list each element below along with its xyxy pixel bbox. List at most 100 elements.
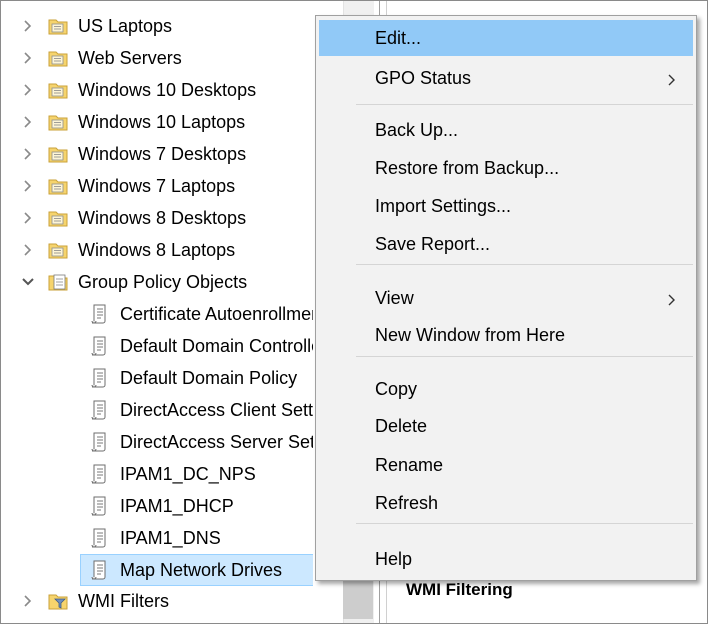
chevron-right-icon[interactable] — [21, 147, 35, 161]
chevron-down-icon[interactable] — [21, 275, 35, 289]
tree-item-default-domain-controllers-policy[interactable]: Default Domain Controllers Policy — [89, 331, 313, 361]
tree-item-label: Group Policy Objects — [78, 272, 248, 292]
ou-folder-icon — [47, 207, 69, 229]
chevron-right-icon[interactable] — [21, 594, 35, 608]
tree-item-us-laptops[interactable]: US Laptops — [21, 11, 321, 41]
tree-item-certificate-autoenrollment[interactable]: Certificate Autoenrollment — [89, 299, 313, 329]
menu-item-label: Refresh — [375, 492, 439, 513]
tree-item-windows-8-laptops[interactable]: Windows 8 Laptops — [21, 235, 321, 265]
gpo-folder-icon — [47, 271, 69, 293]
tree-item-windows-7-laptops[interactable]: Windows 7 Laptops — [21, 171, 321, 201]
tree-item-windows-10-desktops[interactable]: Windows 10 Desktops — [21, 75, 321, 105]
menu-item-label: Rename — [375, 454, 444, 475]
tree-scrollbar-thumb[interactable] — [343, 579, 373, 619]
menu-item-view[interactable]: View — [319, 280, 693, 316]
tree-item-label: IPAM1_DHCP — [120, 496, 234, 516]
menu-item-edit[interactable]: Edit... — [319, 20, 693, 56]
wmi-filtering-header: WMI Filtering — [406, 580, 513, 599]
tree-item-label: DirectAccess Client Settings — [120, 400, 313, 420]
tree-item-map-network-drives[interactable]: Map Network Drives — [80, 554, 322, 586]
tree-item-label: Windows 8 Desktops — [78, 208, 247, 228]
menu-item-refresh[interactable]: Refresh — [319, 485, 693, 521]
chevron-right-icon[interactable] — [21, 51, 35, 65]
menu-separator — [356, 356, 693, 357]
chevron-right-icon[interactable] — [21, 211, 35, 225]
menu-item-label: View — [375, 287, 414, 308]
tree-item-label: Default Domain Policy — [120, 368, 298, 388]
tree-item-label: Certificate Autoenrollment — [120, 304, 313, 324]
wmi-filter-folder-icon — [47, 590, 69, 612]
gpo-document-icon — [89, 303, 111, 325]
gpmc-window: US Laptops Web Servers Windows 10 Desktops… — [0, 0, 708, 624]
gpo-document-icon — [89, 431, 111, 453]
tree-item-wmi-filters[interactable]: WMI Filters — [21, 586, 321, 616]
ou-folder-icon — [47, 79, 69, 101]
tree-item-label: DirectAccess Server Settings — [120, 432, 313, 452]
tree-item-windows-7-desktops[interactable]: Windows 7 Desktops — [21, 139, 321, 169]
menu-item-label: Delete — [375, 415, 428, 436]
chevron-right-icon[interactable] — [21, 19, 35, 33]
chevron-right-icon[interactable] — [21, 243, 35, 257]
tree-item-windows-10-laptops[interactable]: Windows 10 Laptops — [21, 107, 321, 137]
tree-item-label: Map Network Drives — [120, 560, 283, 580]
ou-folder-icon — [47, 239, 69, 261]
tree-item-label: WMI Filters — [78, 591, 169, 611]
tree-item-label: Web Servers — [78, 48, 182, 68]
gpo-document-icon — [89, 495, 111, 517]
tree-item-label: Default Domain Controllers Policy — [120, 336, 313, 356]
tree-item-label: IPAM1_DNS — [120, 528, 221, 548]
tree-item-label: Windows 10 Desktops — [78, 80, 257, 100]
menu-item-label: GPO Status — [375, 67, 472, 88]
menu-item-back-up[interactable]: Back Up... — [319, 112, 693, 148]
menu-separator — [356, 523, 693, 524]
gpo-document-icon — [89, 399, 111, 421]
menu-item-help[interactable]: Help — [319, 541, 693, 577]
ou-folder-icon — [47, 47, 69, 69]
tree-item-label: Windows 7 Desktops — [78, 144, 247, 164]
ou-folder-icon — [47, 175, 69, 197]
tree-item-ipam1-dhcp[interactable]: IPAM1_DHCP — [89, 491, 313, 521]
tree-item-label: Windows 8 Laptops — [78, 240, 236, 260]
gpo-document-icon — [89, 335, 111, 357]
tree-item-directaccess-client-settings[interactable]: DirectAccess Client Settings — [89, 395, 313, 425]
menu-item-import-settings[interactable]: Import Settings... — [319, 188, 693, 224]
menu-item-gpo-status[interactable]: GPO Status — [319, 60, 693, 96]
menu-separator — [356, 104, 693, 105]
menu-item-delete[interactable]: Delete — [319, 408, 693, 444]
gpo-document-icon — [89, 527, 111, 549]
context-menu: Edit... GPO Status Back Up... Restore from … — [315, 15, 697, 581]
tree-item-label: IPAM1_DC_NPS — [120, 464, 256, 484]
tree-item-label: Windows 7 Laptops — [78, 176, 236, 196]
chevron-right-icon[interactable] — [21, 115, 35, 129]
ou-folder-icon — [47, 143, 69, 165]
menu-item-rename[interactable]: Rename — [319, 447, 693, 483]
ou-folder-icon — [47, 15, 69, 37]
tree-item-default-domain-policy[interactable]: Default Domain Policy — [89, 363, 313, 393]
tree-item-windows-8-desktops[interactable]: Windows 8 Desktops — [21, 203, 321, 233]
menu-item-label: Edit... — [375, 27, 422, 48]
tree-item-label: Windows 10 Laptops — [78, 112, 246, 132]
menu-item-new-window-from-here[interactable]: New Window from Here — [319, 317, 693, 353]
menu-item-label: Copy — [375, 378, 418, 399]
tree-item-group-policy-objects[interactable]: Group Policy Objects — [21, 267, 321, 297]
menu-item-label: Import Settings... — [375, 195, 512, 216]
tree-item-ipam1-dns[interactable]: IPAM1_DNS — [89, 523, 313, 553]
gpo-document-icon — [89, 559, 111, 581]
gpo-document-icon — [89, 367, 111, 389]
tree-item-directaccess-server-settings[interactable]: DirectAccess Server Settings — [89, 427, 313, 457]
menu-item-save-report[interactable]: Save Report... — [319, 226, 693, 262]
chevron-right-icon[interactable] — [21, 179, 35, 193]
menu-item-label: New Window from Here — [375, 324, 566, 345]
menu-item-restore-from-backup[interactable]: Restore from Backup... — [319, 150, 693, 186]
menu-item-label: Restore from Backup... — [375, 157, 560, 178]
menu-item-copy[interactable]: Copy — [319, 371, 693, 407]
chevron-right-icon[interactable] — [21, 83, 35, 97]
ou-folder-icon — [47, 111, 69, 133]
menu-item-label: Help — [375, 548, 413, 569]
gpo-document-icon — [89, 463, 111, 485]
tree-item-ipam1-dc-nps[interactable]: IPAM1_DC_NPS — [89, 459, 313, 489]
submenu-arrow-icon — [667, 71, 677, 86]
tree-item-label: US Laptops — [78, 16, 173, 36]
menu-item-label: Back Up... — [375, 119, 459, 140]
tree-item-web-servers[interactable]: Web Servers — [21, 43, 321, 73]
